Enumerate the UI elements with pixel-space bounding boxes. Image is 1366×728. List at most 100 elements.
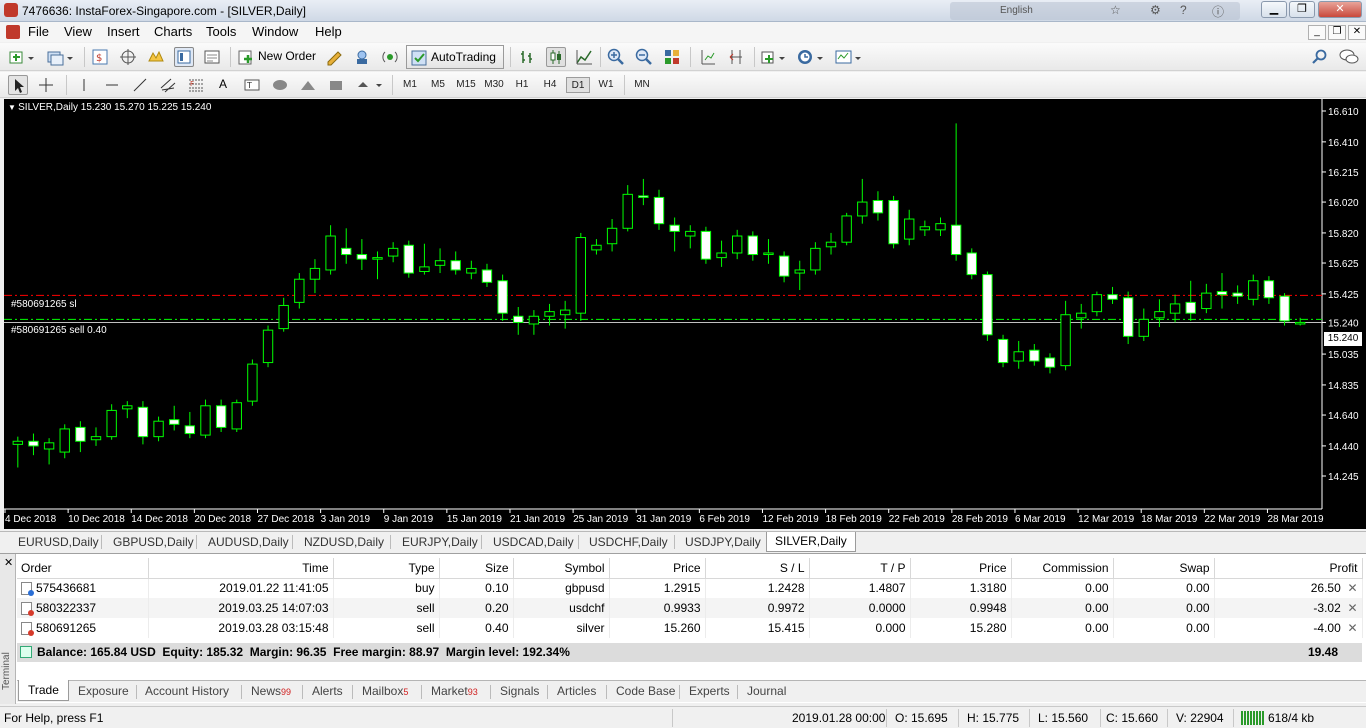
- trendline-icon[interactable]: [130, 75, 150, 95]
- terminal-close-icon[interactable]: ✕: [4, 556, 13, 569]
- navigator-icon[interactable]: [146, 47, 166, 67]
- tab-journal[interactable]: Journal: [747, 684, 786, 698]
- equidistant-channel-icon[interactable]: [158, 75, 178, 95]
- col-time[interactable]: Time: [148, 558, 334, 579]
- close-order-icon[interactable]: ✕: [1347, 581, 1357, 595]
- chart-tab-eurjpy[interactable]: EURJPY,Daily: [402, 535, 478, 549]
- arrows-icon[interactable]: [354, 75, 382, 95]
- tab-news[interactable]: News99: [251, 684, 291, 698]
- mdi-close-button[interactable]: ✕: [1348, 25, 1366, 40]
- radio-icon[interactable]: [380, 47, 400, 67]
- timeframe-mn[interactable]: MN: [630, 77, 654, 93]
- indicators-icon[interactable]: [760, 47, 785, 67]
- table-row[interactable]: 580691265 2019.03.28 03:15:48 sell 0.40 …: [17, 618, 1363, 638]
- menu-view[interactable]: View: [64, 24, 92, 39]
- chat-icon[interactable]: [1338, 47, 1359, 67]
- zoom-in-icon[interactable]: [606, 47, 626, 67]
- chart-tab-silver[interactable]: SILVER,Daily: [766, 532, 856, 552]
- tab-exposure[interactable]: Exposure: [78, 684, 129, 698]
- mdi-minimize-button[interactable]: _: [1308, 25, 1326, 40]
- tab-market[interactable]: Market93: [431, 684, 478, 698]
- col-commission[interactable]: Commission: [1011, 558, 1114, 579]
- chart-menu-icon[interactable]: ▼: [8, 103, 18, 112]
- table-row[interactable]: 575436681 2019.01.22 11:41:05 buy 0.10 g…: [17, 578, 1363, 598]
- market-watch-icon[interactable]: $: [90, 47, 110, 67]
- col-size[interactable]: Size: [439, 558, 514, 579]
- tab-articles[interactable]: Articles: [557, 684, 596, 698]
- timeframe-d1[interactable]: D1: [566, 77, 590, 93]
- data-window-icon[interactable]: [118, 47, 138, 67]
- text-tool-icon[interactable]: A: [219, 77, 227, 91]
- col-swap[interactable]: Swap: [1113, 558, 1215, 579]
- tab-alerts[interactable]: Alerts: [312, 684, 343, 698]
- menu-insert[interactable]: Insert: [107, 24, 140, 39]
- chart-tab-usdcad[interactable]: USDCAD,Daily: [493, 535, 574, 549]
- tab-account-history[interactable]: Account History: [145, 684, 229, 698]
- timeframe-h1[interactable]: H1: [510, 77, 534, 93]
- maximize-button[interactable]: ❐: [1289, 1, 1315, 18]
- mdi-restore-button[interactable]: ❐: [1328, 25, 1346, 40]
- bar-chart-icon[interactable]: [518, 47, 538, 67]
- chart-tab-eurusd[interactable]: EURUSD,Daily: [18, 535, 99, 549]
- connection-status-icon[interactable]: [1241, 711, 1265, 725]
- tab-signals[interactable]: Signals: [500, 684, 539, 698]
- periods-icon[interactable]: [796, 47, 823, 67]
- star-icon[interactable]: ☆: [1110, 3, 1121, 17]
- menu-help[interactable]: Help: [315, 24, 342, 39]
- close-order-icon[interactable]: ✕: [1347, 601, 1357, 615]
- tab-code-base[interactable]: Code Base: [616, 684, 675, 698]
- menu-window[interactable]: Window: [252, 24, 298, 39]
- new-order-icon[interactable]: [236, 47, 256, 67]
- chart-window[interactable]: 16.610 16.410 16.215 16.020 15.820 15.625 15.4…: [4, 99, 1366, 529]
- chart-window-icon[interactable]: [6, 25, 20, 39]
- rectangle-icon[interactable]: [326, 75, 346, 95]
- horizontal-line-icon[interactable]: [102, 75, 122, 95]
- chart-tab-gbpusd[interactable]: GBPUSD,Daily: [113, 535, 194, 549]
- text-label-icon[interactable]: T: [242, 75, 262, 95]
- col-current-price[interactable]: Price: [910, 558, 1012, 579]
- menu-charts[interactable]: Charts: [154, 24, 192, 39]
- tile-windows-icon[interactable]: [662, 47, 682, 67]
- vertical-line-icon[interactable]: [74, 75, 94, 95]
- fibonacci-icon[interactable]: F: [186, 75, 206, 95]
- triangle-icon[interactable]: [298, 75, 318, 95]
- col-type[interactable]: Type: [333, 558, 440, 579]
- tab-trade[interactable]: Trade: [18, 680, 69, 701]
- close-button[interactable]: ✕: [1318, 1, 1362, 18]
- table-row[interactable]: 580322337 2019.03.25 14:07:03 sell 0.20 …: [17, 598, 1363, 618]
- chart-tab-audusd[interactable]: AUDUSD,Daily: [208, 535, 289, 549]
- autotrading-button[interactable]: AutoTrading: [406, 45, 504, 69]
- terminal-icon[interactable]: [174, 47, 194, 67]
- close-order-icon[interactable]: ✕: [1347, 621, 1357, 635]
- timeframe-m1[interactable]: M1: [398, 77, 422, 93]
- candlestick-chart[interactable]: 16.610 16.410 16.215 16.020 15.820 15.625 15.4…: [4, 99, 1366, 529]
- tab-mailbox[interactable]: Mailbox5: [362, 684, 408, 698]
- chart-tab-nzdusd[interactable]: NZDUSD,Daily: [304, 535, 384, 549]
- signals-icon[interactable]: [352, 47, 372, 67]
- info-icon[interactable]: ⓘ: [1212, 3, 1224, 20]
- profiles-icon[interactable]: [46, 47, 73, 67]
- timeframe-m15[interactable]: M15: [454, 77, 478, 93]
- new-order-button[interactable]: New Order: [258, 49, 316, 63]
- menu-tools[interactable]: Tools: [206, 24, 236, 39]
- col-order[interactable]: Order: [17, 558, 149, 579]
- new-chart-icon[interactable]: [8, 47, 34, 67]
- chart-tab-usdchf[interactable]: USDCHF,Daily: [589, 535, 668, 549]
- search-icon[interactable]: [1310, 47, 1330, 67]
- col-symbol[interactable]: Symbol: [513, 558, 610, 579]
- col-tp[interactable]: T / P: [809, 558, 911, 579]
- language-label[interactable]: English: [1000, 5, 1033, 16]
- help-icon[interactable]: ?: [1180, 3, 1187, 17]
- tab-experts[interactable]: Experts: [689, 684, 730, 698]
- cursor-icon[interactable]: [8, 75, 28, 95]
- strategy-tester-icon[interactable]: [202, 47, 222, 67]
- crosshair-icon[interactable]: [36, 75, 56, 95]
- chart-tab-usdjpy[interactable]: USDJPY,Daily: [685, 535, 761, 549]
- metaeditor-icon[interactable]: [324, 47, 344, 67]
- menu-file[interactable]: File: [28, 24, 49, 39]
- line-chart-icon[interactable]: [574, 47, 594, 67]
- timeframe-h4[interactable]: H4: [538, 77, 562, 93]
- ellipse-icon[interactable]: [270, 75, 290, 95]
- chart-shift-icon[interactable]: [698, 47, 718, 67]
- candlestick-icon[interactable]: [546, 47, 566, 67]
